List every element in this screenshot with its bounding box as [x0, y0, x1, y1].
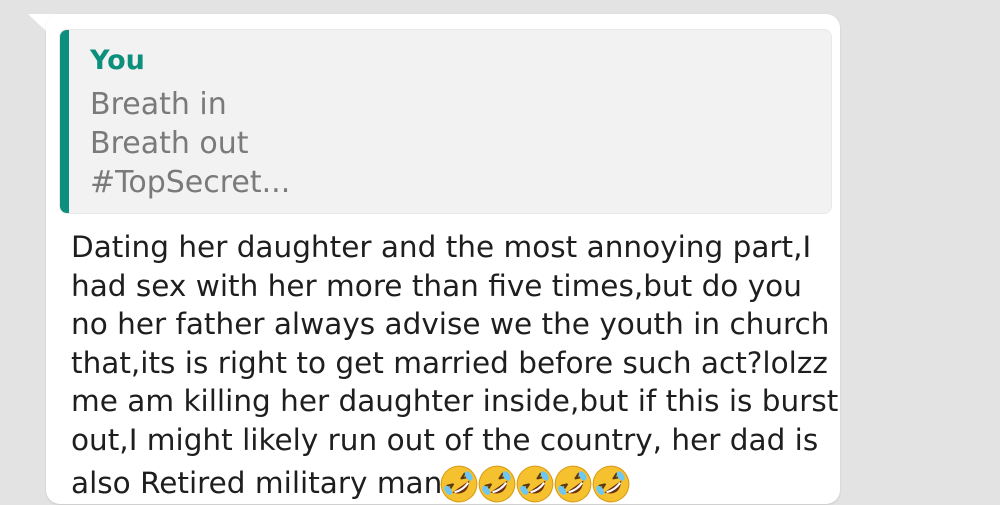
rolling-on-floor-laughing-emoji-icon — [514, 463, 556, 505]
message-bubble[interactable]: You Breath in Breath out #TopSecret... D… — [46, 14, 840, 504]
message-line: that,its is right to get married before … — [71, 345, 828, 380]
rolling-on-floor-laughing-emoji-icon — [590, 463, 632, 505]
quote-accent-bar — [60, 30, 69, 213]
message-text: Dating her daughter and the most annoyin… — [71, 228, 839, 505]
quoted-reply[interactable]: You Breath in Breath out #TopSecret... — [59, 29, 832, 214]
quoted-line: Breath in — [90, 87, 227, 122]
quoted-author: You — [90, 45, 145, 76]
rolling-on-floor-laughing-emoji-icon — [438, 463, 480, 505]
message-line: had sex with her more than five times,bu… — [71, 268, 802, 303]
message-line: also Retired military man — [71, 466, 443, 500]
quoted-text: Breath in Breath out #TopSecret... — [90, 85, 290, 202]
quoted-line: #TopSecret... — [90, 165, 291, 200]
emoji-row — [440, 465, 632, 503]
message-line: Dating her daughter and the most annoyin… — [71, 230, 812, 264]
rolling-on-floor-laughing-emoji-icon — [476, 463, 518, 505]
message-line-last: also Retired military man — [71, 463, 833, 505]
message-line: me am killing her daughter inside,but if… — [71, 384, 839, 418]
rolling-on-floor-laughing-emoji-icon — [552, 463, 594, 505]
quoted-line: Breath out — [90, 126, 249, 161]
message-line: no her father always advise we the youth… — [71, 307, 830, 341]
message-line: out,I might likely run out of the countr… — [71, 422, 819, 457]
